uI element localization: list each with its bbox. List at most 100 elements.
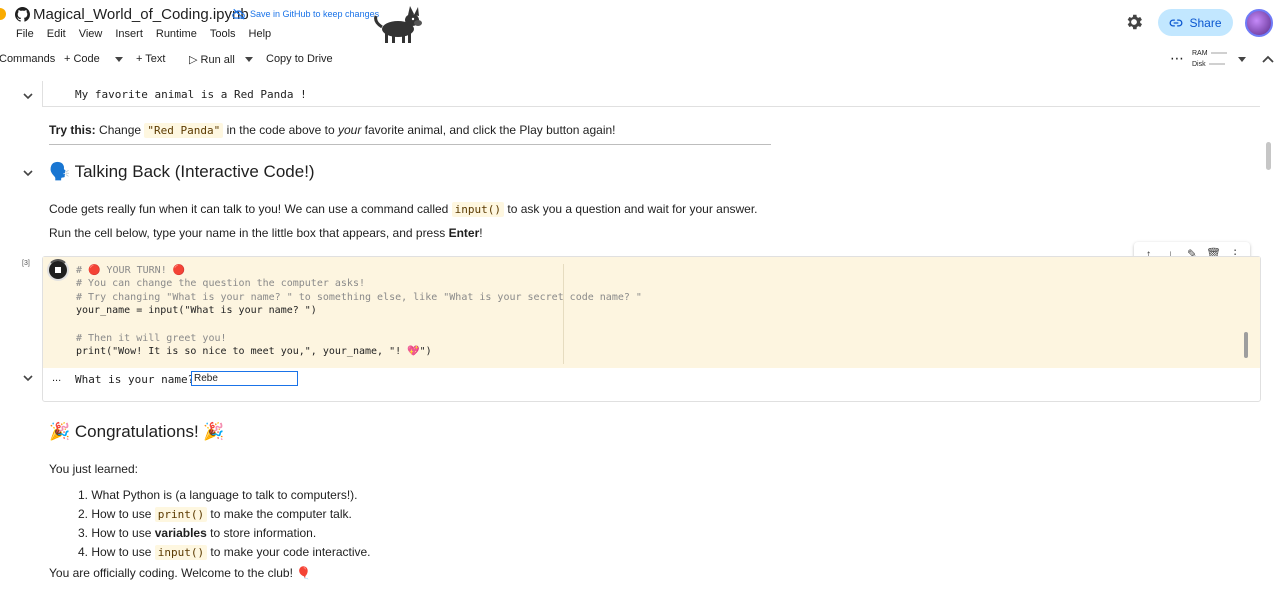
collapse-output-chevron-icon[interactable] [22,372,34,384]
previous-output-text: My favorite animal is a Red Panda ! [75,88,307,101]
menu-tools[interactable]: Tools [210,28,236,40]
ram-label: RAM [1192,50,1208,57]
list-number: 1. [78,488,89,502]
try-this-paragraph: Try this: Change "Red Panda" in the code… [49,123,616,138]
list-code: input() [154,544,208,560]
list-item: 4. How to use input() to make your code … [78,543,371,563]
run-bold: Enter [448,226,480,240]
cell-scrollbar[interactable] [1244,332,1248,358]
try-this-text-1: Change [95,123,145,137]
mascot-dog-icon [374,6,422,43]
plus-icon: + [136,53,146,65]
try-this-code: "Red Panda" [144,123,224,138]
add-code-label: Code [73,53,100,65]
code-line-3: # Try changing "What is your name? " to … [76,292,642,303]
try-this-text-3: favorite animal, and click the Play butt… [361,123,616,137]
chevron-down-icon[interactable] [245,57,253,63]
list-bold: variables [154,526,207,541]
save-github-link[interactable]: Save in GitHub to keep changes [232,8,379,20]
paragraph-learned: You just learned: [49,462,138,476]
run-text-1: Run the cell below, type your name in th… [49,226,449,240]
cloud-off-icon [232,8,245,20]
ram-bar [1210,52,1227,55]
code-line-7: print("Wow! It is so nice to meet you,",… [76,346,432,357]
list-number: 4. [78,544,89,559]
menu-insert[interactable]: Insert [115,28,143,40]
copy-to-drive-button[interactable]: Copy to Drive [266,53,333,65]
list-text: How to use [91,544,155,559]
code-line-6: # Then it will greet you! [76,333,227,344]
try-this-bold: Try this: [49,123,96,137]
try-this-italic: your [338,123,362,137]
run-text-2: ! [479,226,483,240]
collapse-chevron-icon[interactable] [22,90,34,102]
code-line-2: # You can change the question the comput… [76,278,365,289]
disk-label: Disk [1192,61,1206,68]
list-text: How to use [91,526,155,541]
list-number: 3. [78,526,89,541]
learned-list: 1. What Python is (a language to talk to… [78,486,371,562]
collapse-chevron-icon[interactable] [22,167,34,179]
gear-icon[interactable] [1124,12,1144,32]
chevron-down-icon[interactable] [1238,57,1246,63]
commands-button[interactable]: Commands [0,53,55,65]
more-icon[interactable]: ⋯ [1170,50,1184,67]
colab-logo[interactable] [0,8,6,20]
run-all-label: Run all [200,54,235,66]
section-heading-talking-back: 🗣️ Talking Back (Interactive Code!) [49,162,315,181]
menu-runtime[interactable]: Runtime [156,28,197,40]
list-number: 2. [78,506,89,521]
add-code-button[interactable]: + Code [64,53,100,65]
page-scrollbar[interactable] [1266,142,1271,170]
avatar[interactable] [1245,9,1273,37]
try-this-text-2: in the code above to [223,123,338,137]
github-icon [15,7,30,22]
input-intro-text-1: Code gets really fun when it can talk to… [49,202,452,216]
list-text: What Python is (a language to talk to co… [91,488,358,502]
share-label: Share [1189,15,1222,30]
add-text-label: Text [145,53,166,65]
code-line-4: your_name = input("What is your name? ") [76,305,317,316]
notebook-toolbar: Commands + Code + Text ▷ Run all Copy to… [0,47,1280,73]
list-text: to store information. [206,526,317,541]
list-text: to make your code interactive. [207,544,371,559]
add-text-button[interactable]: + Text [136,53,165,65]
chevron-up-icon[interactable] [1262,54,1274,64]
list-text: to make the computer talk. [207,506,352,521]
execution-count: [3] [22,260,30,267]
paragraph-welcome: You are officially coding. Welcome to th… [49,566,312,580]
divider [49,144,771,145]
section-heading-congratulations: 🎉 Congratulations! 🎉 [49,422,225,441]
link-icon [1170,18,1183,27]
code-line-1: # 🔴 YOUR TURN! 🔴 [76,265,186,276]
menu-edit[interactable]: Edit [47,28,66,40]
list-item: 1. What Python is (a language to talk to… [78,486,371,505]
run-all-button[interactable]: ▷ Run all [189,53,235,66]
menu-view[interactable]: View [79,28,103,40]
menu-bar: File Edit View Insert Runtime Tools Help [16,28,284,40]
list-item: 2. How to use print() to make the comput… [78,505,371,525]
app-header: Magical_World_of_Coding.ipynb Save in Gi… [0,0,1280,46]
input-intro-code: input() [451,202,505,217]
input-intro-text-2: to ask you a question and wait for your … [504,202,758,216]
list-item: 3. How to use variables to store informa… [78,524,371,543]
menu-file[interactable]: File [16,28,34,40]
column-ruler [563,264,564,364]
stop-button[interactable] [49,261,67,279]
resource-monitor[interactable]: RAM Disk [1192,48,1227,70]
play-icon: ▷ [189,54,201,66]
name-input[interactable] [191,371,298,386]
paragraph-input-intro: Code gets really fun when it can talk to… [49,202,758,217]
notebook-title[interactable]: Magical_World_of_Coding.ipynb [33,6,249,23]
list-code: print() [154,506,208,522]
menu-help[interactable]: Help [249,28,272,40]
save-github-label: Save in GitHub to keep changes [250,9,380,19]
chevron-down-icon[interactable] [115,57,123,63]
input-prompt: What is your name? [75,373,195,386]
notebook-content: My favorite animal is a Red Panda ! Try … [0,78,1280,592]
disk-bar [1208,63,1225,66]
output-menu-icon[interactable]: ... [52,372,61,384]
share-button[interactable]: Share [1158,9,1233,36]
paragraph-run-instructions: Run the cell below, type your name in th… [49,226,483,240]
list-text: How to use [91,506,155,521]
